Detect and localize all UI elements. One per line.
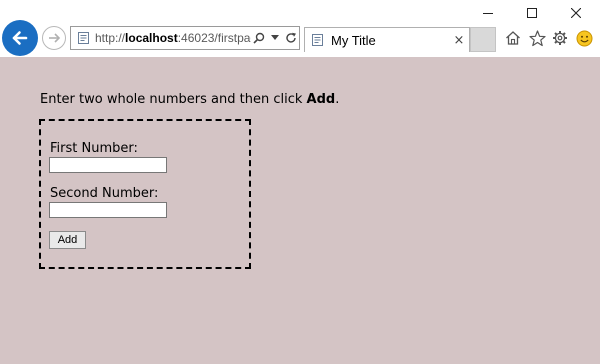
first-number-input[interactable] bbox=[49, 157, 167, 173]
home-button[interactable] bbox=[504, 29, 522, 47]
maximize-icon bbox=[527, 8, 537, 18]
search-button[interactable] bbox=[251, 28, 267, 48]
dropdown-icon bbox=[271, 35, 279, 40]
page-viewport: Enter two whole numbers and then click A… bbox=[0, 57, 600, 364]
instructions-after: . bbox=[335, 92, 340, 107]
address-bar[interactable]: http://localhost:46023/firstpag bbox=[70, 26, 300, 50]
refresh-button[interactable] bbox=[283, 28, 299, 48]
smiley-icon bbox=[576, 30, 592, 46]
refresh-icon bbox=[286, 32, 296, 43]
second-number-label: Second Number: bbox=[50, 186, 159, 201]
home-icon bbox=[506, 31, 520, 45]
forward-arrow-icon bbox=[49, 33, 61, 43]
instructions-bold: Add bbox=[306, 92, 336, 107]
close-icon bbox=[571, 8, 581, 18]
url-rest: :46023/firstpag bbox=[177, 31, 251, 45]
add-button[interactable]: Add bbox=[49, 231, 86, 249]
gear-icon bbox=[553, 31, 567, 45]
second-number-input[interactable] bbox=[49, 202, 167, 218]
tab-title: My Title bbox=[331, 32, 376, 48]
settings-button[interactable] bbox=[551, 29, 569, 47]
page-icon bbox=[312, 34, 323, 46]
first-number-label: First Number: bbox=[50, 141, 138, 156]
instructions-text: Enter two whole numbers and then click A… bbox=[40, 92, 339, 107]
new-tab-button[interactable] bbox=[470, 27, 496, 52]
page-icon bbox=[78, 32, 89, 44]
back-arrow-icon bbox=[12, 31, 28, 45]
url-prefix: http:// bbox=[95, 31, 126, 45]
back-button[interactable] bbox=[2, 20, 38, 56]
minimize-icon bbox=[483, 13, 493, 14]
maximize-button[interactable] bbox=[510, 0, 554, 26]
tab-close-button[interactable]: × bbox=[449, 33, 469, 48]
search-icon bbox=[253, 32, 265, 44]
add-numbers-form: First Number: Second Number: Add bbox=[39, 119, 251, 269]
url-text[interactable]: http://localhost:46023/firstpag bbox=[95, 31, 251, 45]
url-host: localhost bbox=[125, 31, 178, 45]
close-window-button[interactable] bbox=[554, 0, 598, 26]
forward-button[interactable] bbox=[42, 26, 66, 50]
minimize-button[interactable] bbox=[466, 0, 510, 26]
tab-my-title[interactable]: My Title × bbox=[304, 27, 470, 52]
favorites-star-icon bbox=[528, 29, 546, 46]
favorites-button[interactable] bbox=[528, 29, 546, 47]
instructions-before: Enter two whole numbers and then click bbox=[40, 92, 307, 107]
browser-chrome: http://localhost:46023/firstpag My Title… bbox=[0, 0, 600, 57]
address-dropdown-button[interactable] bbox=[267, 28, 283, 48]
feedback-button[interactable] bbox=[575, 29, 593, 47]
